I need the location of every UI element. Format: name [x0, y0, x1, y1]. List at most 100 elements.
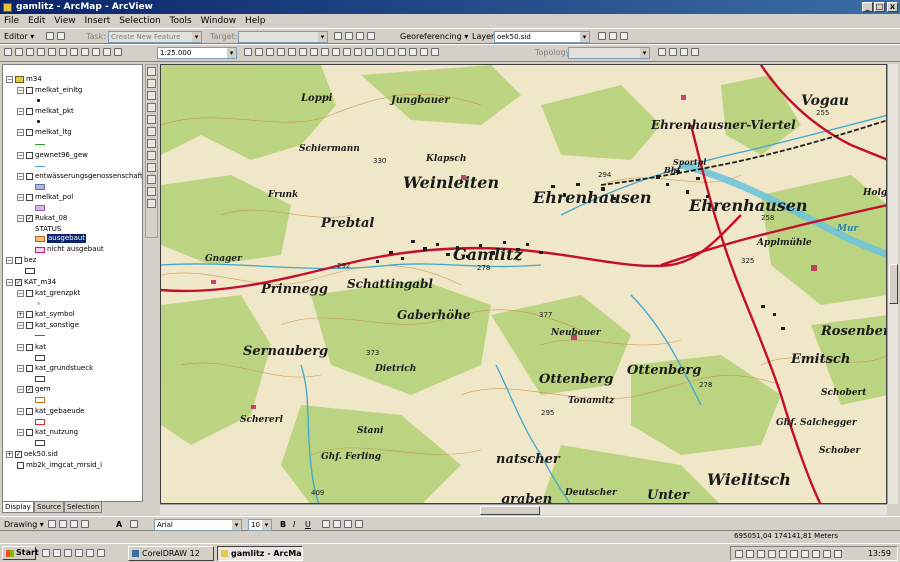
collapse-icon[interactable]: − [6, 75, 13, 83]
layer-kat-symbol[interactable]: + kat_symbol [17, 310, 75, 319]
layer-checkbox[interactable] [26, 151, 33, 159]
find-tool-icon[interactable] [147, 187, 156, 196]
layer-checkbox-checked[interactable]: ✓ [26, 214, 33, 222]
collapse-icon[interactable]: − [6, 278, 13, 286]
layer-checkbox[interactable] [26, 172, 33, 180]
layer-checkbox[interactable] [26, 343, 33, 351]
layer-gewnet96-gew[interactable]: − gewnet96_gew [17, 151, 88, 160]
zoom-to-selected-icon[interactable] [70, 520, 78, 528]
task-coreldraw[interactable]: CorelDRAW 12 [128, 546, 214, 561]
menu-file[interactable]: File [4, 16, 19, 26]
expand-icon[interactable]: + [6, 450, 13, 458]
print-icon[interactable] [37, 48, 45, 56]
app-icon[interactable] [86, 549, 94, 557]
layer-checkbox[interactable] [26, 428, 33, 436]
collapse-icon[interactable]: − [17, 151, 24, 159]
select-elements-icon[interactable] [387, 48, 395, 56]
copy-icon[interactable] [59, 48, 67, 56]
georef-layer-combo[interactable]: oek50.sid [494, 31, 590, 43]
close-button[interactable]: x [887, 2, 898, 12]
layer-checkbox[interactable] [26, 289, 33, 297]
layer-checkbox[interactable] [26, 128, 33, 136]
legend-class[interactable]: nicht ausgebaut [47, 245, 104, 254]
line-color-icon[interactable] [344, 520, 352, 528]
validate-icon[interactable] [680, 48, 688, 56]
menu-tools[interactable]: Tools [170, 16, 192, 26]
menu-view[interactable]: View [54, 16, 75, 26]
map-scale-combo[interactable]: 1:25.000 [157, 47, 237, 59]
layer-gem[interactable]: − ✓ gem [17, 385, 51, 394]
measure-tool-icon[interactable] [147, 199, 156, 208]
desktop-icon[interactable] [42, 549, 50, 557]
layer-checkbox[interactable] [26, 86, 33, 94]
layer-rukat-08[interactable]: − ✓ Rukat_08 [17, 214, 67, 223]
add-control-points-icon[interactable] [609, 32, 617, 40]
fixed-zoom-out-tool-icon[interactable] [147, 127, 156, 136]
zoom-in-tool-icon[interactable] [147, 67, 156, 76]
bold-button[interactable]: B [280, 519, 286, 530]
collapse-icon[interactable]: − [17, 343, 24, 351]
tray-icon[interactable] [812, 550, 820, 558]
start-button[interactable]: Start [2, 546, 39, 560]
arctoolbox-icon[interactable] [255, 48, 263, 56]
save-icon[interactable] [26, 48, 34, 56]
collapse-icon[interactable]: − [17, 289, 24, 297]
layer-kat[interactable]: − kat [17, 343, 46, 352]
collapse-icon[interactable]: − [17, 407, 24, 415]
error-inspector-icon[interactable] [691, 48, 699, 56]
layer-bez[interactable]: − bez [6, 256, 36, 265]
tray-icon[interactable] [746, 550, 754, 558]
new-text-tool[interactable]: A [116, 519, 122, 530]
tab-display[interactable]: Display [2, 502, 34, 513]
drawing-menu[interactable]: Drawing ▾ [4, 519, 44, 530]
expand-icon[interactable]: + [17, 310, 24, 318]
find-icon[interactable] [409, 48, 417, 56]
open-icon[interactable] [15, 48, 23, 56]
measure-icon[interactable] [420, 48, 428, 56]
toc-root[interactable]: − m34 [6, 75, 42, 84]
show-shared-features-icon[interactable] [669, 48, 677, 56]
tray-icon[interactable] [801, 550, 809, 558]
sketch-tool-icon[interactable] [57, 32, 65, 40]
link-table-icon[interactable] [620, 32, 628, 40]
tray-icon[interactable] [735, 550, 743, 558]
layer-kat-nutzung[interactable]: − kat_nutzung [17, 428, 78, 437]
editor-toolbar-icon[interactable] [244, 48, 252, 56]
sketch-properties-icon[interactable] [367, 32, 375, 40]
collapse-icon[interactable]: − [17, 86, 24, 94]
scroll-thumb[interactable] [480, 506, 540, 515]
full-extent-icon[interactable] [343, 48, 351, 56]
zoom-out-icon[interactable] [299, 48, 307, 56]
task-arcmap[interactable]: gamlitz - ArcMap ... [217, 546, 303, 561]
attributes-icon[interactable] [356, 32, 364, 40]
new-icon[interactable] [4, 48, 12, 56]
layer-checkbox[interactable] [26, 407, 33, 415]
collapse-icon[interactable]: − [17, 128, 24, 136]
menu-help[interactable]: Help [245, 16, 266, 26]
tray-icon[interactable] [768, 550, 776, 558]
menu-edit[interactable]: Edit [28, 16, 45, 26]
pan-icon[interactable] [332, 48, 340, 56]
zoom-in-icon[interactable] [288, 48, 296, 56]
map-horizontal-scrollbar[interactable] [160, 504, 887, 515]
select-features-icon[interactable] [376, 48, 384, 56]
task-combo[interactable]: Create New Feature [108, 31, 202, 43]
tab-selection[interactable]: Selection [64, 502, 103, 513]
layer-oek50-sid[interactable]: + ✓ oek50.sid [6, 450, 58, 459]
command-line-icon[interactable] [266, 48, 274, 56]
redo-icon[interactable] [103, 48, 111, 56]
edit-tool-icon[interactable] [46, 32, 54, 40]
maximize-button[interactable]: □ [874, 2, 885, 12]
layer-group-kat-m34[interactable]: − ✓ KAT_m34 [6, 278, 56, 287]
layer-checkbox[interactable] [26, 193, 33, 201]
media-icon[interactable] [75, 549, 83, 557]
help-icon[interactable] [277, 48, 285, 56]
cut-icon[interactable] [48, 48, 56, 56]
layer-kat-grundstueck[interactable]: − kat_grundstueck [17, 364, 93, 373]
minimize-button[interactable]: _ [862, 2, 873, 12]
georeferencing-menu[interactable]: Georeferencing ▾ [400, 31, 468, 42]
layer-melkat-pol[interactable]: − melkat_pol [17, 193, 73, 202]
menu-window[interactable]: Window [201, 16, 237, 26]
layer-melkat-pkt[interactable]: − melkat_pkt [17, 107, 74, 116]
layer-melkat-einltg[interactable]: − melkat_einltg [17, 86, 82, 95]
